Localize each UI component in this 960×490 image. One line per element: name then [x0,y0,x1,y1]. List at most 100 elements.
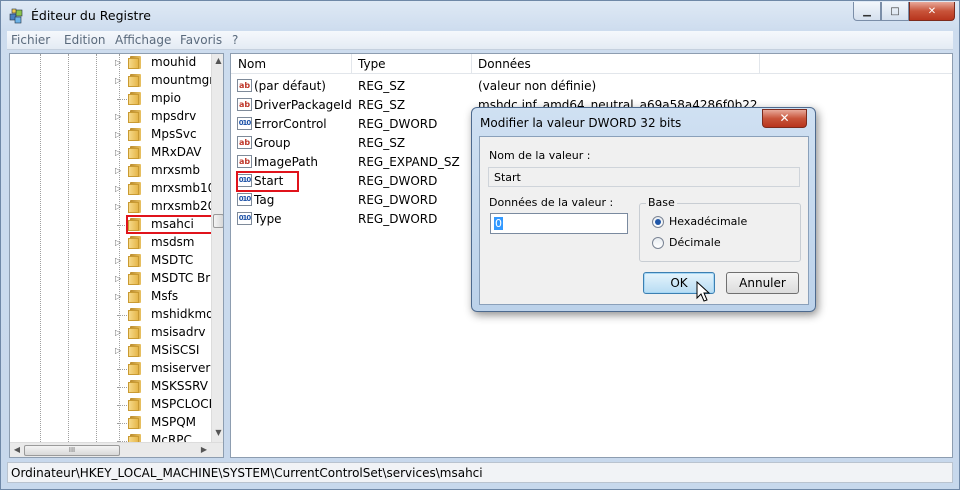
tree-item-msdsm[interactable]: ▷ msdsm [115,234,210,252]
status-key-path: Ordinateur\HKEY_LOCAL_MACHINE\SYSTEM\Cur… [11,466,483,480]
tree-item-msdtc[interactable]: ▷ MSDTC [115,252,210,270]
expand-arrow-icon[interactable]: ▷ [115,328,123,337]
column-header-data[interactable]: Données [478,57,531,71]
tree-item-mpsdrv[interactable]: ▷ mpsdrv [115,108,210,126]
menu-favoris[interactable]: Favoris [180,33,222,47]
folder-icon [128,326,144,339]
string-value-icon: ab [237,79,252,92]
value-type: REG_SZ [358,136,406,150]
tree-guide-line [68,54,69,444]
tree-item-mrxsmb[interactable]: ▷ mrxsmb [115,162,210,180]
tree-item-mountmgr[interactable]: ▷ mountmgr [115,72,214,90]
column-divider[interactable] [471,54,472,74]
tree-item-mspcloci[interactable]: MSPCLOCI [115,396,212,414]
tree-connector [117,423,127,424]
dialog-close-button[interactable]: ✕ [762,109,807,128]
title-bar[interactable]: Éditeur du Registre ▁ □ ✕ [1,1,959,31]
tree-item-msiscsi[interactable]: ▷ MSiSCSI [115,342,210,360]
scroll-up-arrow-icon[interactable]: ▲ [214,56,223,66]
value-name: Tag [254,193,275,207]
close-button[interactable]: ✕ [909,2,955,21]
value-name-field: Start [488,167,800,187]
tree-item-mskssrv[interactable]: MSKSSRV [115,378,210,396]
value-row[interactable]: ab (par défaut) REG_SZ (valeur non définie) [231,77,931,96]
minimize-button[interactable]: ▁ [853,2,881,21]
tree-guide-line [40,54,41,444]
tree-item-mrxsmb10[interactable]: ▷ mrxsmb10 [115,180,215,198]
radio-hexadecimal[interactable] [652,216,664,228]
tree-item-msfs[interactable]: ▷ Msfs [115,288,210,306]
key-tree-pane[interactable]: ▷ mouhid ▷ mountmgr mpio ▷ mpsdrv ▷ MpsSvc ▷ MRxDA… [9,53,224,458]
folder-icon [128,92,144,105]
menu-help[interactable]: ? [232,33,238,47]
tree-horizontal-scrollbar[interactable]: ◀ III ▶ [10,442,223,457]
expand-arrow-icon[interactable]: ▷ [115,58,123,67]
tree-item-mpio[interactable]: mpio [115,90,210,108]
tree-item-label: MSPQM [151,415,197,429]
tree-connector [117,369,127,370]
menu-fichier[interactable]: Fichier [11,33,50,47]
tree-item-mpssvc[interactable]: ▷ MpsSvc [115,126,210,144]
menu-affichage[interactable]: Affichage [115,33,171,47]
expand-arrow-icon[interactable]: ▷ [115,148,123,157]
tree-item-label: mshidkmd [151,307,214,321]
value-type: REG_SZ [358,79,406,93]
tree-item-msiserver[interactable]: msiserver [115,360,210,378]
maximize-button[interactable]: □ [881,2,909,21]
base-groupbox [639,203,801,262]
tree-item-mouhid[interactable]: ▷ mouhid [115,54,210,72]
tree-item-label: mrxsmb20 [151,199,216,213]
column-header-name[interactable]: Nom [238,57,266,71]
tree-item-label: MSDTC Bri [151,271,214,285]
folder-icon [128,56,144,69]
maximize-icon: □ [890,5,900,17]
expand-arrow-icon[interactable]: ▷ [115,256,123,265]
expand-arrow-icon[interactable]: ▷ [115,130,123,139]
tree-item-label: MRxDAV [151,145,202,159]
dialog-title: Modifier la valeur DWORD 32 bits [480,116,682,130]
tree-item-mspqm[interactable]: MSPQM [115,414,210,432]
folder-icon [128,164,144,177]
scroll-left-arrow-icon[interactable]: ◀ [12,445,22,455]
expand-arrow-icon[interactable]: ▷ [115,346,123,355]
expand-arrow-icon[interactable]: ▷ [115,292,123,301]
tree-item-msahci[interactable]: msahci [115,215,215,234]
folder-icon [128,74,144,87]
radio-decimal[interactable] [652,237,664,249]
expand-arrow-icon[interactable]: ▷ [115,274,123,283]
scroll-right-arrow-icon[interactable]: ▶ [199,445,209,455]
cancel-button[interactable]: Annuler [726,272,799,294]
tree-horizontal-scroll-thumb[interactable]: III [24,445,120,456]
column-headers: Nom Type Données [231,54,952,74]
expand-arrow-icon[interactable]: ▷ [115,112,123,121]
value-name: ErrorControl [254,117,327,131]
folder-icon [128,398,144,411]
tree-vertical-scroll-thumb[interactable] [213,214,223,228]
tree-item-mrxsmb20[interactable]: ▷ mrxsmb20 [115,198,215,216]
string-value-icon: ab [237,136,252,149]
expand-arrow-icon[interactable]: ▷ [115,202,123,211]
radio-hexadecimal-label[interactable]: Hexadécimale [669,215,747,228]
expand-arrow-icon[interactable]: ▷ [115,238,123,247]
dword-value-icon: 010 [237,212,252,225]
tree-item-mshidkmd[interactable]: mshidkmd [115,306,214,324]
expand-arrow-icon[interactable]: ▷ [115,166,123,175]
tree-guide-line [96,54,97,444]
folder-icon [128,290,144,303]
value-data-input[interactable]: 0 [490,213,628,234]
tree-vertical-scrollbar[interactable]: ▲ ▼ [211,54,223,442]
close-icon: ✕ [779,111,790,125]
menu-edition[interactable]: Edition [64,33,106,47]
tree-item-mrxdav[interactable]: ▷ MRxDAV [115,144,210,162]
tree-item-msdtc-bri[interactable]: ▷ MSDTC Bri [115,270,214,288]
column-header-type[interactable]: Type [358,57,386,71]
column-divider[interactable] [759,54,760,74]
tree-item-msisadrv[interactable]: ▷ msisadrv [115,324,210,342]
edit-dword-dialog: Modifier la valeur DWORD 32 bits ✕ Nom d… [471,107,816,312]
expand-arrow-icon[interactable]: ▷ [115,76,123,85]
scroll-down-arrow-icon[interactable]: ▼ [214,428,223,438]
expand-arrow-icon[interactable]: ▷ [115,184,123,193]
close-icon: ✕ [927,5,937,17]
column-divider[interactable] [351,54,352,74]
radio-decimal-label[interactable]: Décimale [669,236,721,249]
